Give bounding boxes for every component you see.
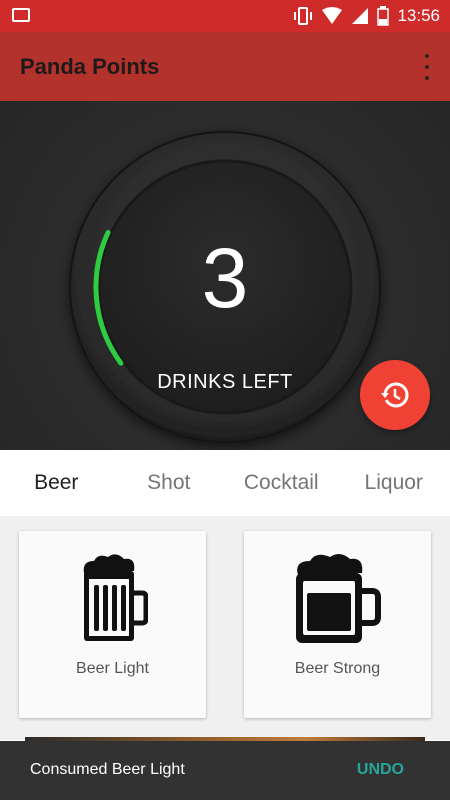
history-button[interactable] <box>360 360 430 430</box>
snackbar: Consumed Beer Light UNDO <box>0 741 450 800</box>
history-icon <box>381 382 409 408</box>
beer-light-icon <box>83 554 148 641</box>
app-title: Panda Points <box>20 54 160 79</box>
tab-cocktail[interactable]: Cocktail <box>225 450 338 516</box>
drink-category-tabs: Beer Shot Cocktail Liquor <box>0 450 450 516</box>
tab-shot[interactable]: Shot <box>113 450 226 516</box>
status-icons: 13:56 <box>293 0 440 32</box>
wifi-icon <box>322 7 343 24</box>
drink-grid: Beer Light Beer Strong <box>0 516 450 740</box>
gallery-notification-icon <box>12 8 30 22</box>
battery-icon <box>377 6 390 26</box>
overflow-menu-icon[interactable] <box>422 54 432 80</box>
drinks-left-count: 3 <box>201 231 249 325</box>
undo-button[interactable]: UNDO <box>357 761 404 779</box>
signal-icon <box>352 8 369 24</box>
tab-liquor[interactable]: Liquor <box>338 450 450 516</box>
vibrate-icon <box>294 7 313 25</box>
snackbar-message: Consumed Beer Light <box>30 761 185 778</box>
beer-strong-icon <box>296 553 381 643</box>
drink-label: Beer Light <box>76 660 149 677</box>
tab-beer[interactable]: Beer <box>0 450 113 516</box>
app-bar: Panda Points <box>0 32 450 101</box>
drink-card-beer-light[interactable]: Beer Light <box>19 531 206 718</box>
status-bar: 13:56 <box>0 0 450 32</box>
drink-card-beer-strong[interactable]: Beer Strong <box>244 531 431 718</box>
status-time: 13:56 <box>397 6 440 25</box>
drink-label: Beer Strong <box>294 660 381 677</box>
